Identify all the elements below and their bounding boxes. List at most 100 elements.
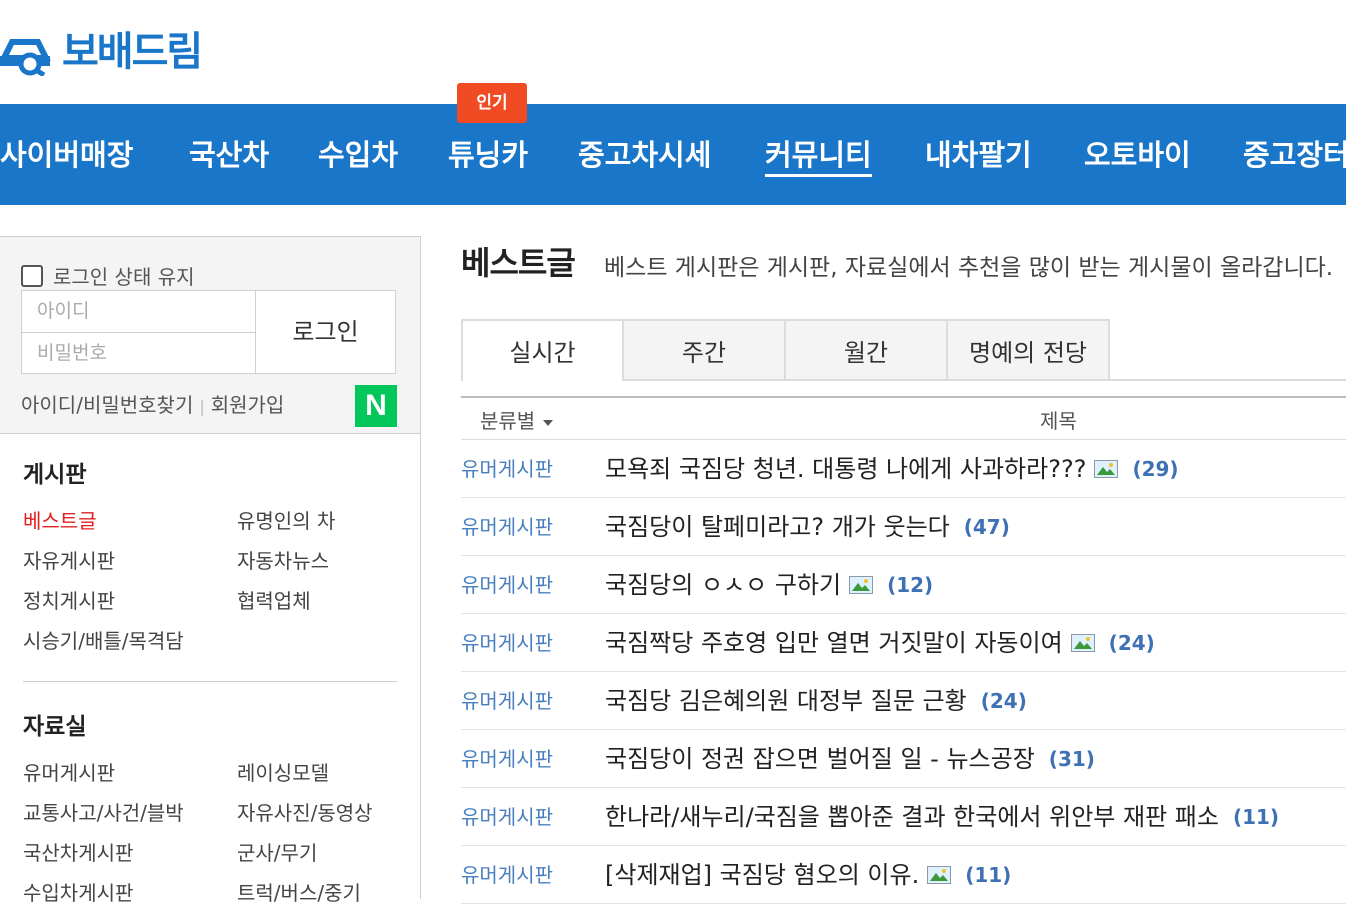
account-links: 아이디/비밀번호찾기 | 회원가입 [21,389,284,418]
post-title: 국짐당의 ㅇㅅㅇ 구하기 [605,571,842,599]
board-section-title: 게시판 [23,462,87,488]
caret-down-icon [543,419,554,426]
post-title-link[interactable]: 모욕죄 국짐당 청년. 대통령 나에게 사과하라??? (29) [605,440,1179,498]
logo-car-icon [0,39,51,76]
join-link[interactable]: 회원가입 [211,393,285,417]
menu-military[interactable]: 군사/무기 [237,837,317,866]
site-logo[interactable]: 보배드림 [0,26,203,78]
post-title-link[interactable]: 국짐짝당 주호영 입만 열면 거짓말이 자동이여 (24) [605,614,1155,672]
tab-monthly[interactable]: 월간 [786,319,948,381]
keep-login[interactable]: 로그인 상태 유지 [21,261,195,290]
post-title: 모욕죄 국짐당 청년. 대통령 나에게 사과하라??? [605,455,1087,483]
table-header: 분류별 제목 [461,396,1346,440]
nav-used-car-price[interactable]: 중고차시세 [578,104,711,205]
nav-community[interactable]: 커뮤니티 [765,104,872,205]
post-title-link[interactable]: [삭제재업] 국짐당 혐오의 이유. (11) [605,846,1011,904]
nav-used-market[interactable]: 중고장터 [1243,104,1346,205]
post-category[interactable]: 유머게시판 [461,498,553,556]
menu-free-board[interactable]: 자유게시판 [23,545,115,574]
nav-motorcycle[interactable]: 오토바이 [1084,104,1191,205]
comment-count: (12) [887,573,934,597]
post-category[interactable]: 유머게시판 [461,440,553,498]
menu-domestic-board[interactable]: 국산차게시판 [23,837,133,866]
image-attachment-icon [849,576,874,594]
post-title: 국짐당 김은혜의원 대정부 질문 근황 [605,687,967,715]
keep-login-label: 로그인 상태 유지 [53,265,195,289]
comment-count: (11) [965,863,1012,887]
nav-domestic-car[interactable]: 국산차 [189,104,269,205]
comment-count: (31) [1048,747,1095,771]
id-input[interactable]: 아이디 [22,291,255,333]
tab-baseline [623,379,1346,381]
login-fields: 아이디 비밀번호 [21,290,256,374]
post-title: 한나라/새누리/국짐을 뽑아준 결과 한국에서 위안부 재판 패소 [605,803,1219,831]
menu-accident[interactable]: 교통사고/사건/블박 [23,797,184,826]
post-title-link[interactable]: 국짐당 김은혜의원 대정부 질문 근황 (24) [605,672,1027,730]
comment-count: (24) [980,689,1027,713]
post-category[interactable]: 유머게시판 [461,846,553,904]
comment-count: (11) [1232,805,1280,829]
table-row[interactable]: 유머게시판 모욕죄 국짐당 청년. 대통령 나에게 사과하라??? (29) [461,440,1346,498]
archive-section-title: 자료실 [23,714,87,740]
image-attachment-icon [927,866,952,884]
menu-racing-model[interactable]: 레이싱모델 [237,757,329,786]
login-button[interactable]: 로그인 [256,290,396,374]
table-row[interactable]: 유머게시판 국짐당의 ㅇㅅㅇ 구하기 (12) [461,556,1346,614]
main-nav: 사이버매장 국산차 수입차 튜닝카 중고차시세 커뮤니티 내차팔기 오토바이 중… [0,104,1346,205]
post-title: [삭제재업] 국짐당 혐오의 이유. [605,861,920,889]
image-attachment-icon [1094,460,1119,478]
table-row[interactable]: 유머게시판 국짐당 김은혜의원 대정부 질문 근황 (24) [461,672,1346,730]
post-category[interactable]: 유머게시판 [461,672,553,730]
menu-celebrity-car[interactable]: 유명인의 차 [237,505,335,534]
post-title: 국짐짝당 주호영 입만 열면 거짓말이 자동이여 [605,629,1063,657]
post-title: 국짐당이 정권 잡으면 벌어질 일 - 뉴스공장 [605,745,1035,773]
keep-login-checkbox[interactable] [21,264,43,287]
comment-count: (24) [1108,631,1155,655]
table-row[interactable]: 유머게시판 국짐짝당 주호영 입만 열면 거짓말이 자동이여 (24) [461,614,1346,672]
login-box: 로그인 상태 유지 아이디 비밀번호 로그인 아이디/비밀번호찾기 | 회원가입 N [0,237,420,434]
nav-sell-my-car[interactable]: 내차팔기 [925,104,1032,205]
table-row[interactable]: 유머게시판 한나라/새누리/국짐을 뽑아준 결과 한국에서 위안부 재판 패소 (1… [461,788,1346,846]
tab-hall-of-fame[interactable]: 명예의 전당 [948,319,1110,381]
nav-imported-car[interactable]: 수입차 [318,104,398,205]
logo-text: 보배드림 [62,29,203,75]
post-title-link[interactable]: 국짐당이 탈페미라고? 개가 웃는다 (47) [605,498,1010,556]
menu-best[interactable]: 베스트글 [23,505,97,534]
tab-weekly[interactable]: 주간 [624,319,786,381]
post-title-link[interactable]: 한나라/새누리/국짐을 뽑아준 결과 한국에서 위안부 재판 패소 (11) [605,788,1279,846]
comment-count: (47) [963,515,1010,539]
post-category[interactable]: 유머게시판 [461,614,553,672]
popular-badge: 인기 [457,83,527,123]
naver-login-icon[interactable]: N [355,385,397,427]
subject-column-header: 제목 [1040,409,1077,433]
menu-partners[interactable]: 협력업체 [237,585,311,614]
category-filter[interactable]: 분류별 [480,398,554,444]
post-title-link[interactable]: 국짐당의 ㅇㅅㅇ 구하기 (12) [605,556,933,614]
menu-import-board[interactable]: 수입차게시판 [23,877,133,906]
password-input[interactable]: 비밀번호 [22,333,255,374]
post-title-link[interactable]: 국짐당이 정권 잡으면 벌어질 일 - 뉴스공장 (31) [605,730,1095,788]
page-description: 베스트 게시판은 게시판, 자료실에서 추천을 많이 받는 게시물이 올라갑니다… [604,255,1334,281]
menu-test-drive[interactable]: 시승기/배틀/목격담 [23,625,184,654]
image-attachment-icon [1070,634,1095,652]
menu-humor[interactable]: 유머게시판 [23,757,115,786]
menu-free-photo[interactable]: 자유사진/동영상 [237,797,373,826]
post-title: 국짐당이 탈페미라고? 개가 웃는다 [605,513,950,541]
link-separator: | [199,397,205,416]
table-row[interactable]: 유머게시판 국짐당이 정권 잡으면 벌어질 일 - 뉴스공장 (31) [461,730,1346,788]
find-account-link[interactable]: 아이디/비밀번호찾기 [21,393,193,417]
menu-car-news[interactable]: 자동차뉴스 [237,545,329,574]
table-row[interactable]: 유머게시판 [삭제재업] 국짐당 혐오의 이유. (11) [461,846,1346,904]
table-row[interactable]: 유머게시판 국짐당이 탈페미라고? 개가 웃는다 (47) [461,498,1346,556]
menu-truck[interactable]: 트럭/버스/중기 [237,877,361,906]
post-category[interactable]: 유머게시판 [461,788,553,846]
sidebar-divider [23,681,397,682]
menu-politics[interactable]: 정치게시판 [23,585,115,614]
post-category[interactable]: 유머게시판 [461,730,553,788]
comment-count: (29) [1132,457,1179,481]
nav-cyber-store[interactable]: 사이버매장 [0,104,133,205]
sidebar: 로그인 상태 유지 아이디 비밀번호 로그인 아이디/비밀번호찾기 | 회원가입 N… [0,236,421,905]
tab-realtime[interactable]: 실시간 [461,319,624,381]
post-category[interactable]: 유머게시판 [461,556,553,614]
page-title: 베스트글 [461,244,576,282]
